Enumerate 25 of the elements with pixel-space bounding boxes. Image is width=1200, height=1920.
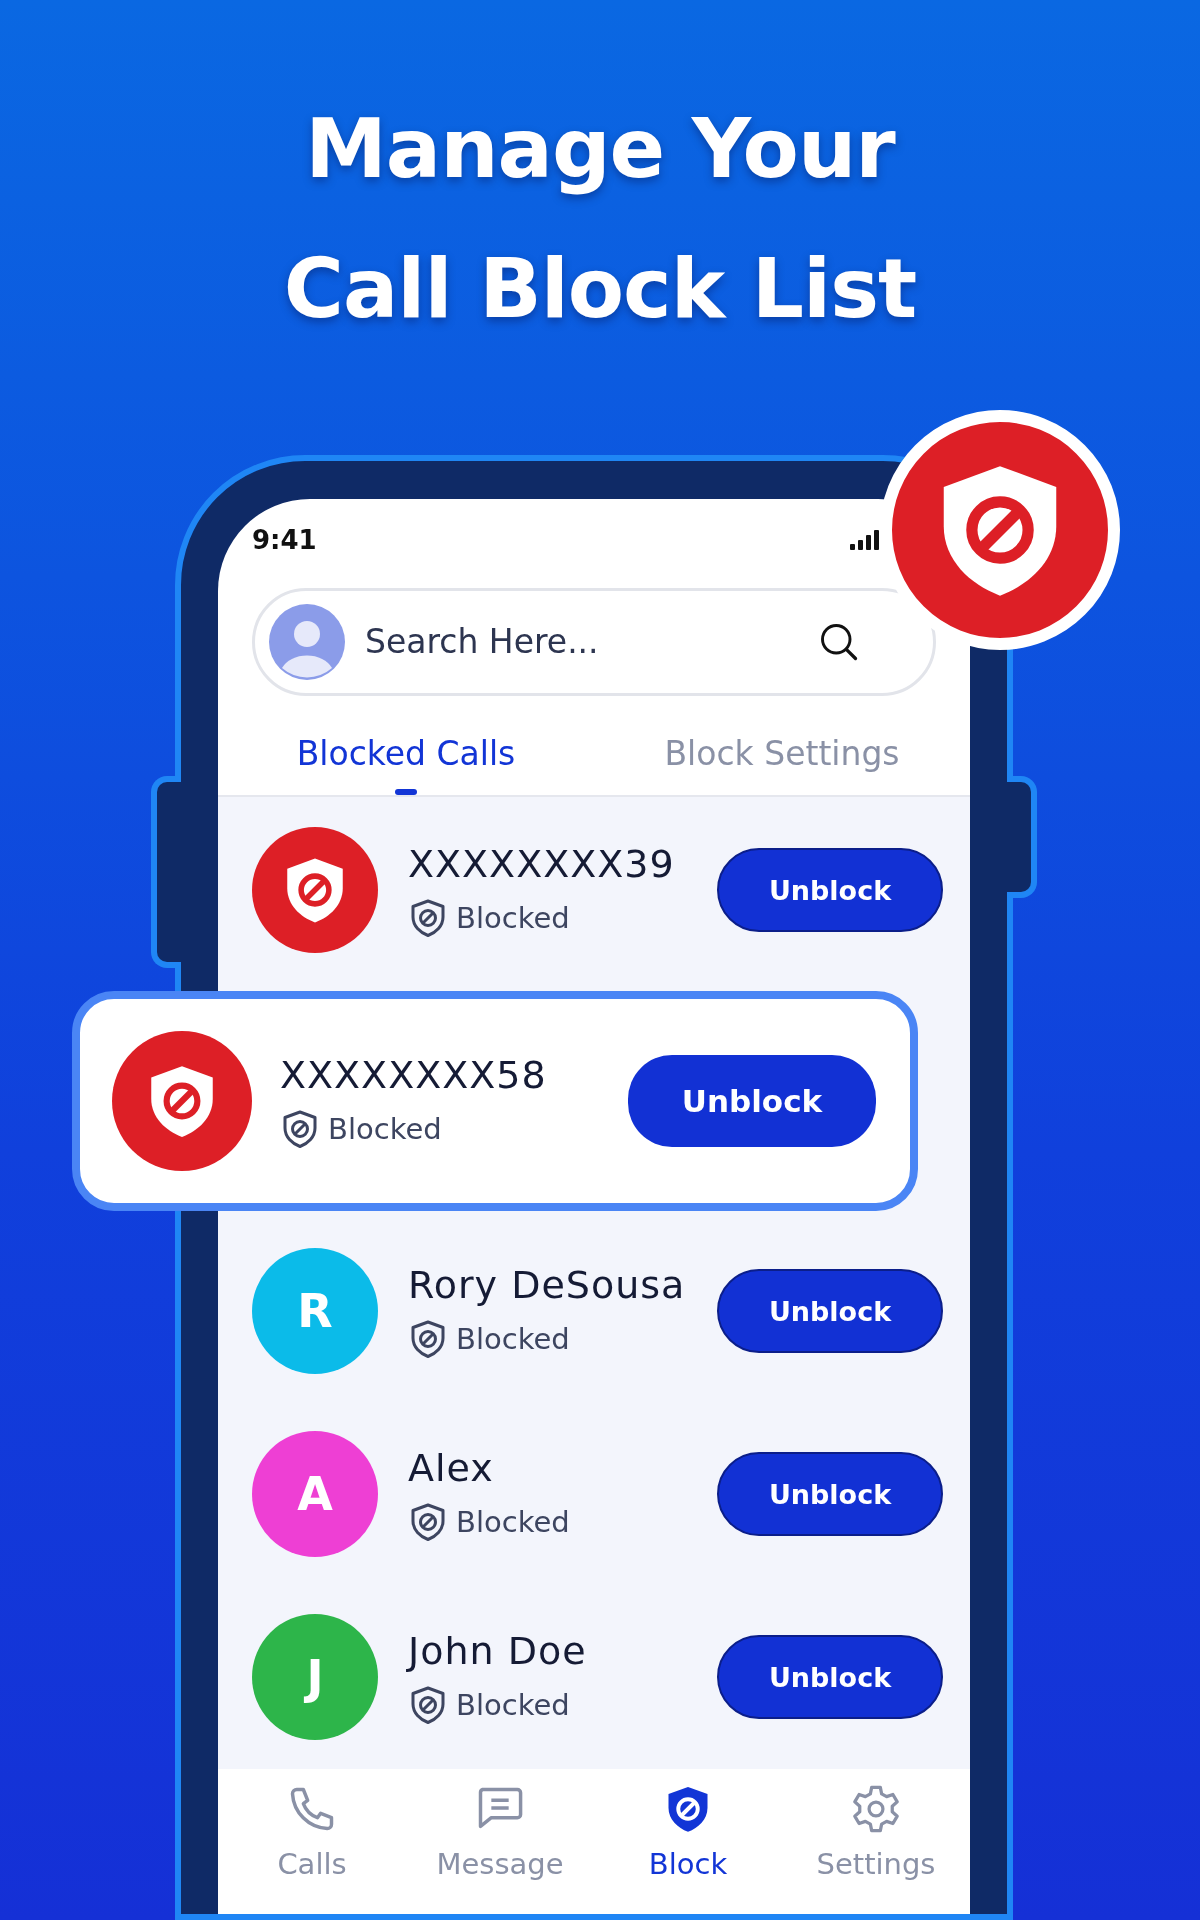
status-time: 9:41 xyxy=(252,525,317,556)
contact-avatar: A xyxy=(252,1431,378,1558)
status-label: Blocked xyxy=(456,1505,570,1540)
unblock-button[interactable]: Unblock xyxy=(717,1635,943,1720)
unblock-button[interactable]: Unblock xyxy=(717,848,943,933)
contact-name: XXXXXXXX39 xyxy=(408,842,676,887)
unblock-button[interactable]: Unblock xyxy=(628,1054,876,1147)
contact-name: Rory DeSousa xyxy=(408,1263,687,1308)
avatar-icon xyxy=(269,603,345,680)
status-label: Blocked xyxy=(456,1322,570,1357)
contact-avatar: R xyxy=(252,1248,378,1375)
unblock-button[interactable]: Unblock xyxy=(717,1452,943,1537)
contact-avatar: J xyxy=(252,1614,378,1741)
headline: Call Block List xyxy=(283,240,917,339)
status-label: Blocked xyxy=(328,1111,442,1146)
contact-name: XXXXXXXX58 xyxy=(280,1052,548,1097)
nav-item[interactable]: Block xyxy=(594,1782,782,1914)
unblock-button[interactable]: Unblock xyxy=(717,1269,943,1354)
tab[interactable]: Blocked Calls xyxy=(218,723,594,795)
headline: Manage Your xyxy=(305,100,895,198)
contact-name: John Doe xyxy=(408,1629,588,1674)
status-label: Blocked xyxy=(456,1688,570,1723)
signal-icon xyxy=(850,530,880,551)
status-label: Blocked xyxy=(456,901,570,936)
contact-name: Alex xyxy=(408,1446,495,1491)
